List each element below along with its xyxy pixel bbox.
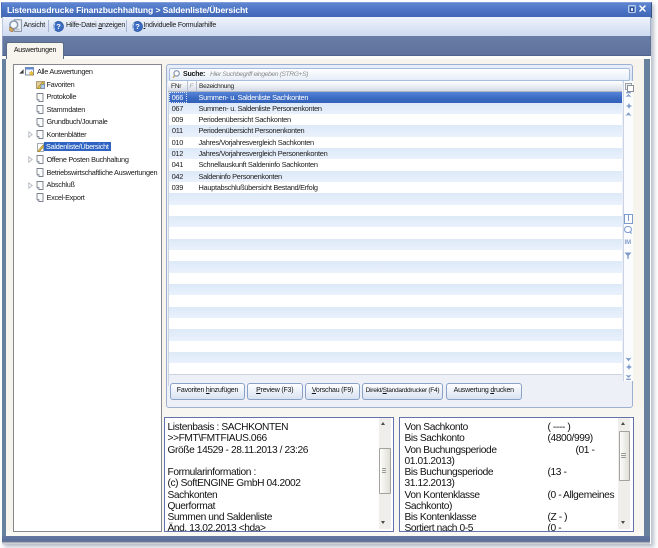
svg-text:?: ? — [56, 22, 61, 31]
svg-text:?: ? — [135, 22, 140, 31]
